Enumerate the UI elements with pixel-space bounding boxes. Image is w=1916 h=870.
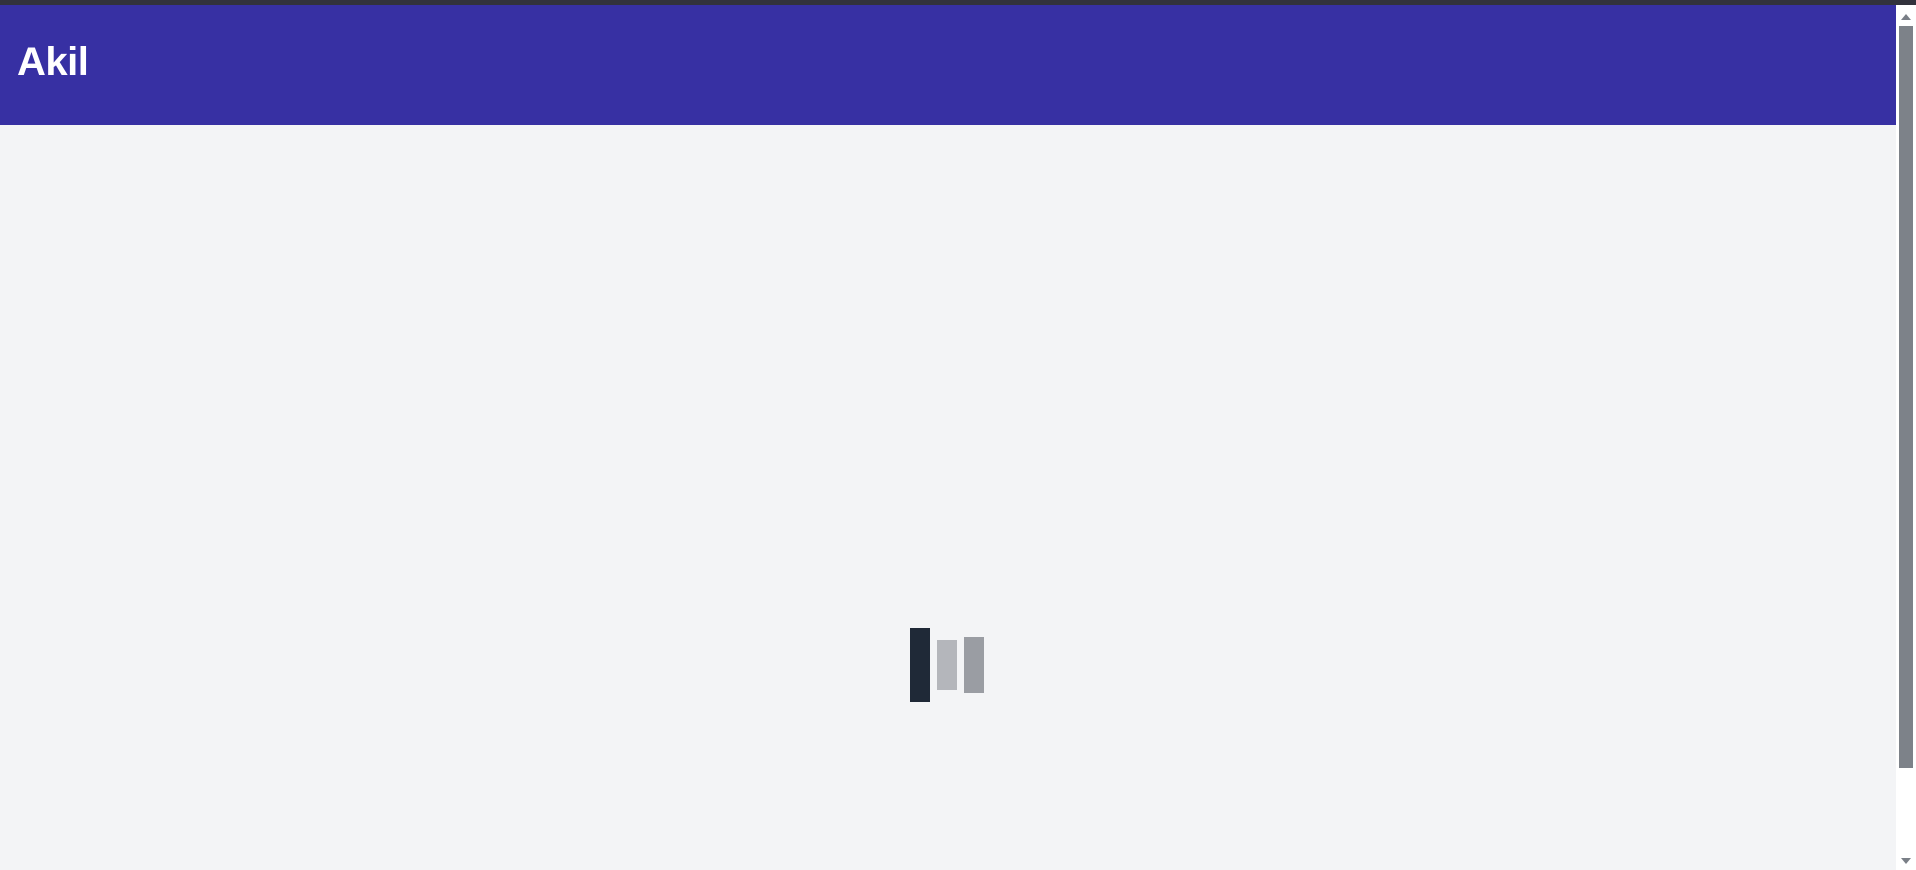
vertical-scrollbar[interactable]	[1896, 5, 1916, 870]
app-header: Akil	[0, 5, 1896, 125]
app-window: Akil	[0, 0, 1916, 870]
main-content	[0, 125, 1896, 870]
scroll-up-arrow-icon[interactable]	[1901, 14, 1911, 20]
brand-logo-text[interactable]: Akil	[17, 40, 89, 85]
loading-bars-icon	[910, 628, 984, 702]
loader-bar-1	[910, 628, 930, 702]
loader-bar-2	[937, 640, 957, 690]
loader-bar-3	[964, 637, 984, 693]
scroll-down-arrow-icon[interactable]	[1901, 858, 1911, 864]
scroll-thumb[interactable]	[1899, 26, 1913, 768]
